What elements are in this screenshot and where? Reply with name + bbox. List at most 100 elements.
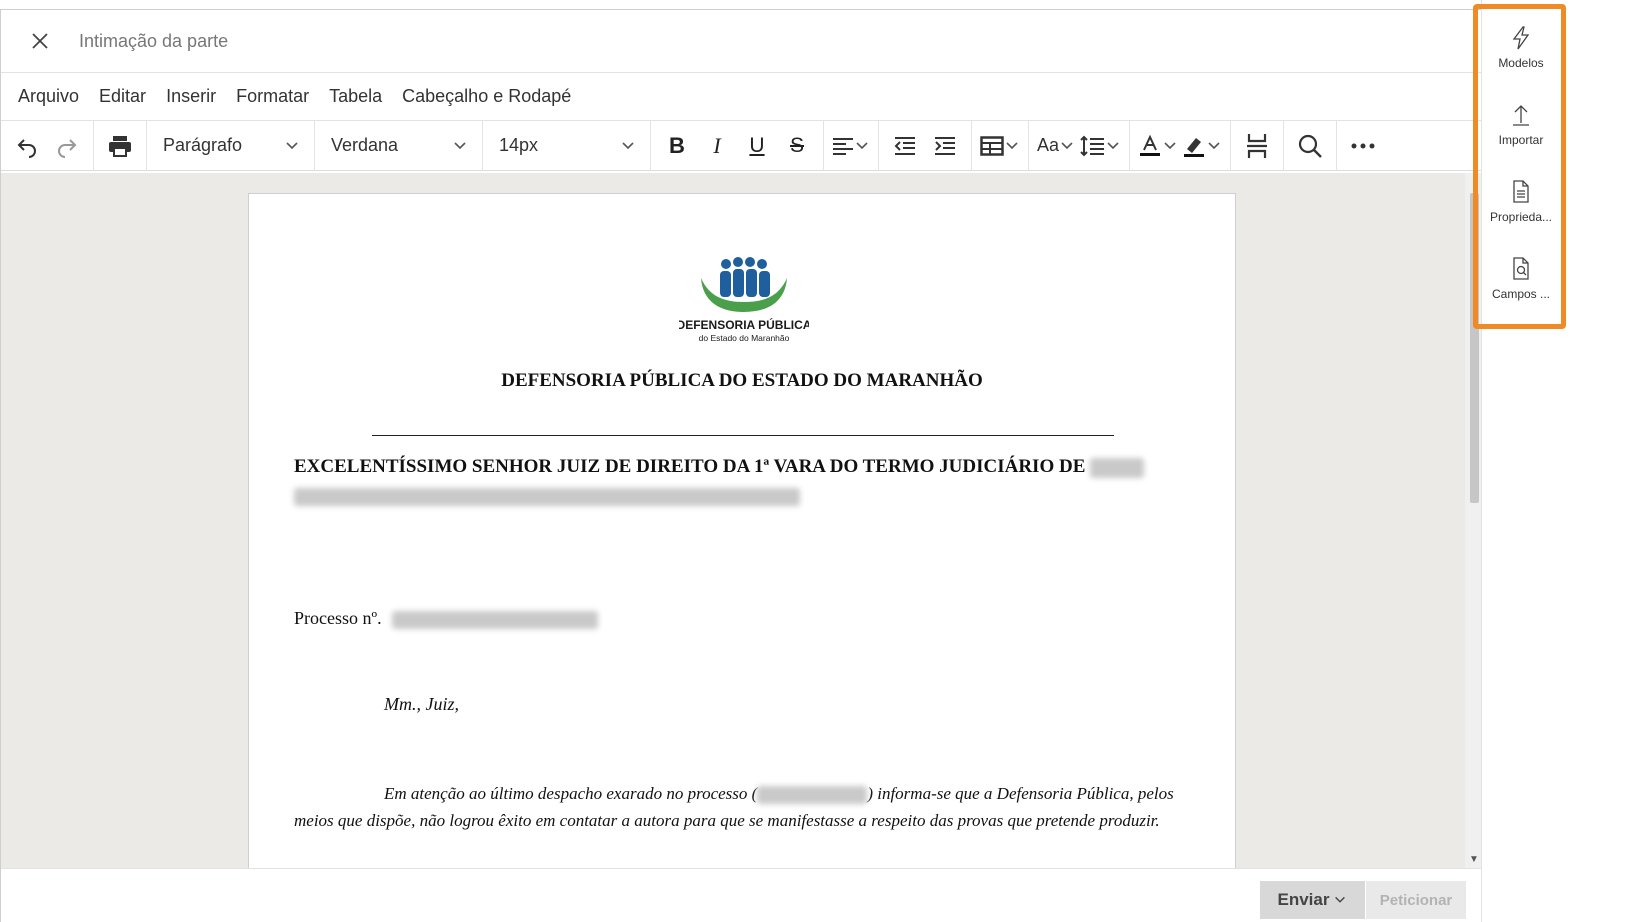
line-height-button[interactable]	[1079, 126, 1121, 166]
petition-button[interactable]: Peticionar	[1366, 881, 1466, 919]
strikethrough-icon: S	[789, 133, 804, 157]
table-group	[972, 120, 1029, 171]
table-icon	[980, 135, 1004, 156]
block-format-select[interactable]: Parágrafo	[147, 120, 315, 171]
redacted-text	[1090, 457, 1145, 478]
text-color-button[interactable]	[1138, 126, 1178, 166]
menu-bar: Arquivo Editar Inserir Formatar Tabela C…	[1, 73, 1536, 121]
menu-cabecalho-rodape[interactable]: Cabeçalho e Rodapé	[402, 86, 571, 107]
formatting-toolbar: Parágrafo Verdana 14px B I U S Aa	[1, 120, 1536, 171]
menu-tabela[interactable]: Tabela	[329, 86, 382, 107]
font-size-select[interactable]: 14px	[483, 120, 651, 171]
indent-group	[879, 120, 972, 171]
indent-icon	[935, 136, 955, 155]
find-button[interactable]	[1292, 126, 1328, 166]
petition-label: Peticionar	[1379, 891, 1453, 909]
chevron-down-icon	[286, 141, 298, 149]
highlighter-icon	[1184, 137, 1205, 157]
page-break-button[interactable]	[1239, 126, 1275, 166]
font-family-select[interactable]: Verdana	[315, 120, 483, 171]
highlight-annotation	[1473, 4, 1566, 329]
title-bar: Intimação da parte	[1, 10, 1536, 73]
addressee-block: EXCELENTÍSSIMO SENHOR JUIZ DE DIREITO DA…	[294, 452, 1174, 510]
text-color-group	[1130, 120, 1232, 171]
line-height-icon	[1080, 135, 1105, 156]
font-size-value: 14px	[499, 135, 539, 155]
logo-subtitle: do Estado do Maranhão	[699, 333, 790, 343]
case-lineheight-group: Aa	[1029, 120, 1131, 171]
bold-icon: B	[669, 132, 685, 158]
body-text-part1: Em atenção ao último despacho exarado no…	[384, 784, 758, 803]
change-case-button[interactable]: Aa	[1037, 126, 1075, 166]
send-button[interactable]: Enviar	[1260, 881, 1365, 919]
search-group	[1284, 120, 1338, 171]
text-color-icon	[1140, 134, 1161, 156]
addressee-text: EXCELENTÍSSIMO SENHOR JUIZ DE DIREITO DA…	[294, 456, 1086, 477]
logo-title: DEFENSORIA PÚBLICA	[679, 317, 809, 332]
document-title: Intimação da parte	[79, 30, 229, 51]
chevron-down-icon	[1006, 141, 1018, 149]
align-left-icon	[833, 137, 853, 155]
redacted-process-number	[757, 786, 868, 805]
indent-button[interactable]	[927, 126, 963, 166]
bold-button[interactable]: B	[659, 126, 695, 166]
more-horizontal-icon	[1351, 143, 1375, 148]
send-label: Enviar	[1277, 890, 1330, 909]
page-break-group	[1231, 120, 1285, 171]
processo-line: Processo nº.	[294, 608, 599, 629]
chevron-down-icon	[1061, 141, 1073, 149]
print-group	[94, 120, 147, 171]
align-group	[824, 120, 879, 171]
defensoria-logo: DEFENSORIA PÚBLICA do Estado do Maranhão	[679, 257, 809, 343]
menu-inserir[interactable]: Inserir	[166, 86, 216, 107]
chevron-down-icon	[1208, 141, 1220, 149]
processo-label: Processo nº.	[294, 608, 382, 628]
chevron-down-icon	[1335, 896, 1346, 903]
redo-icon	[58, 138, 77, 158]
italic-button[interactable]: I	[699, 126, 735, 166]
chevron-down-icon	[622, 141, 634, 149]
redo-button[interactable]	[49, 126, 85, 166]
table-button[interactable]	[980, 126, 1020, 166]
outdent-icon	[894, 136, 915, 155]
redacted-text	[294, 487, 800, 506]
redacted-process-number	[392, 610, 599, 629]
undo-button[interactable]	[9, 126, 45, 166]
italic-icon: I	[713, 132, 721, 158]
print-button[interactable]	[102, 126, 138, 166]
highlight-color-button[interactable]	[1182, 126, 1222, 166]
change-case-label: Aa	[1037, 135, 1060, 155]
chevron-down-icon	[856, 141, 868, 149]
outdent-button[interactable]	[887, 126, 923, 166]
menu-arquivo[interactable]: Arquivo	[18, 86, 79, 107]
document-heading: DEFENSORIA PÚBLICA DO ESTADO DO MARANHÃO	[501, 370, 983, 391]
footer-bar: Enviar Peticionar	[1, 868, 1495, 922]
block-format-value: Parágrafo	[163, 135, 243, 155]
separator-line	[372, 435, 1114, 436]
search-icon	[1298, 134, 1322, 158]
chevron-down-icon	[1107, 141, 1119, 149]
editor-window: Intimação da parte Arquivo Editar Inseri…	[0, 9, 1536, 922]
underline-icon: U	[749, 133, 765, 157]
menu-editar[interactable]: Editar	[99, 86, 146, 107]
font-family-value: Verdana	[331, 135, 399, 155]
more-button[interactable]	[1345, 126, 1381, 166]
document-canvas[interactable]: DEFENSORIA PÚBLICA do Estado do Maranhão…	[1, 173, 1495, 869]
text-style-group: B I U S	[651, 120, 824, 171]
underline-button[interactable]: U	[739, 126, 775, 166]
align-button[interactable]	[832, 126, 870, 166]
chevron-down-icon	[1164, 141, 1176, 149]
page-break-icon	[1247, 133, 1268, 158]
history-group	[1, 120, 94, 171]
scroll-down-arrow-icon[interactable]: ▼	[1469, 854, 1479, 865]
app-root: Intimação da parte Arquivo Editar Inseri…	[0, 0, 1629, 922]
undo-icon	[17, 138, 36, 158]
menu-formatar[interactable]: Formatar	[236, 86, 309, 107]
close-icon	[32, 33, 48, 49]
strikethrough-button[interactable]: S	[779, 126, 815, 166]
body-paragraph: Em atenção ao último despacho exarado no…	[294, 780, 1194, 834]
printer-icon	[109, 135, 131, 157]
salutation: Mm., Juiz,	[384, 694, 459, 714]
document-page[interactable]: DEFENSORIA PÚBLICA do Estado do Maranhão…	[248, 193, 1236, 869]
close-button[interactable]	[1, 10, 79, 73]
